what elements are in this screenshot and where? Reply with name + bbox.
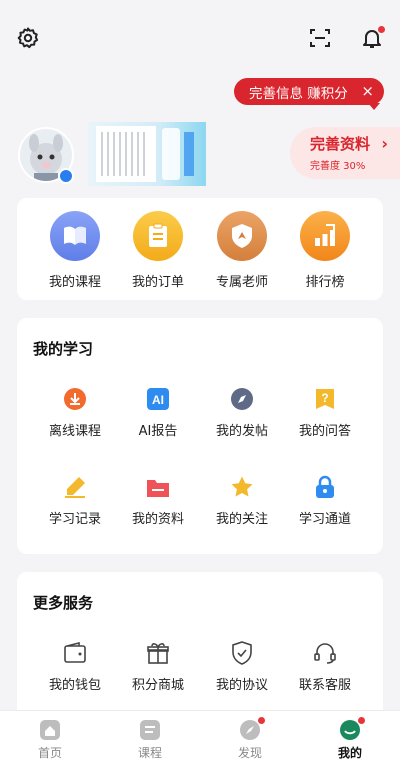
lock-icon — [312, 474, 338, 500]
my-study-title: 我的学习 — [33, 340, 94, 358]
pencil-icon — [62, 474, 88, 500]
tab-me[interactable]: 我的 — [300, 711, 400, 768]
ranking-icon — [300, 211, 350, 261]
study-my-qa[interactable]: ? 我的问答 — [283, 386, 367, 439]
quick-label: 我的订单 — [131, 275, 184, 290]
quick-exclusive-teacher[interactable]: 专属老师 — [200, 211, 284, 290]
order-icon — [133, 211, 183, 261]
chevron-right-icon: › — [381, 134, 388, 153]
study-offline-courses[interactable]: 离线课程 — [33, 386, 117, 439]
profile-banner-image — [88, 122, 206, 186]
study-my-materials[interactable]: 我的资料 — [116, 474, 200, 527]
svg-text:AI: AI — [152, 393, 164, 407]
star-icon — [229, 474, 255, 500]
tab-discover[interactable]: 发现 — [200, 711, 300, 768]
bottom-tab-bar: 首页 课程 发现 我的 — [0, 710, 400, 768]
tab-home[interactable]: 首页 — [0, 711, 100, 768]
service-label: 积分商城 — [131, 678, 184, 693]
question-icon: ? — [312, 386, 338, 412]
avatar-edit-badge[interactable] — [58, 168, 74, 184]
quick-ranking[interactable]: 排行榜 — [283, 211, 367, 290]
scan-icon[interactable] — [307, 25, 333, 51]
gift-icon — [145, 640, 171, 666]
download-icon — [62, 386, 88, 412]
study-my-posts[interactable]: 我的发帖 — [200, 386, 284, 439]
tab-label: 我的 — [337, 746, 362, 760]
study-label: 我的资料 — [131, 512, 184, 527]
tab-label: 发现 — [237, 746, 262, 760]
teacher-badge-icon — [217, 211, 267, 261]
tab-courses[interactable]: 课程 — [100, 711, 200, 768]
notification-dot — [378, 26, 385, 33]
study-label: 我的关注 — [215, 512, 268, 527]
study-records[interactable]: 学习记录 — [33, 474, 117, 527]
service-my-agreement[interactable]: 我的协议 — [200, 640, 284, 693]
quick-label: 专属老师 — [215, 275, 268, 290]
me-icon — [339, 717, 365, 741]
tab-notification-dot — [258, 717, 265, 724]
service-label: 联系客服 — [298, 678, 351, 693]
study-label: 学习记录 — [48, 512, 101, 527]
service-wallet[interactable]: 我的钱包 — [33, 640, 117, 693]
compass-icon — [229, 386, 255, 412]
more-services-title: 更多服务 — [33, 594, 94, 612]
folder-icon — [145, 474, 171, 500]
discover-icon — [239, 717, 265, 741]
service-points-mall[interactable]: 积分商城 — [116, 640, 200, 693]
promo-banner[interactable]: 完善信息 赚积分 × — [234, 78, 384, 105]
promo-label: 完善信息 赚积分 — [249, 85, 348, 102]
study-label: 我的问答 — [298, 424, 351, 439]
quick-label: 我的课程 — [48, 275, 101, 290]
shield-check-icon — [229, 640, 255, 666]
course-icon — [139, 719, 161, 741]
bell-icon[interactable] — [358, 24, 386, 52]
close-icon[interactable]: × — [361, 82, 374, 100]
ai-report-icon: AI — [145, 386, 171, 412]
service-label: 我的钱包 — [48, 678, 101, 693]
study-label: 离线课程 — [48, 424, 101, 439]
tab-label: 课程 — [137, 746, 162, 760]
study-my-following[interactable]: 我的关注 — [200, 474, 284, 527]
wallet-icon — [62, 640, 88, 666]
quick-my-courses[interactable]: 我的课程 — [33, 211, 117, 290]
study-label: 我的发帖 — [215, 424, 268, 439]
study-label: 学习通道 — [298, 512, 351, 527]
settings-icon[interactable] — [15, 25, 41, 51]
book-icon — [50, 211, 100, 261]
tab-label: 首页 — [37, 746, 62, 760]
quick-label: 排行榜 — [305, 275, 345, 290]
service-label: 我的协议 — [215, 678, 268, 693]
study-channel[interactable]: 学习通道 — [283, 474, 367, 527]
service-customer-support[interactable]: 联系客服 — [283, 640, 367, 693]
headset-icon — [312, 640, 338, 666]
tab-notification-dot — [358, 717, 365, 724]
top-bar — [0, 0, 400, 70]
svg-text:?: ? — [321, 391, 328, 405]
home-icon — [39, 719, 61, 741]
study-label: AI报告 — [138, 424, 178, 439]
study-ai-report[interactable]: AI AI报告 — [116, 386, 200, 439]
profile-progress-text: 完善度 30% — [310, 161, 366, 172]
promo-pointer — [368, 103, 380, 110]
quick-my-orders[interactable]: 我的订单 — [116, 211, 200, 290]
complete-profile-button[interactable]: 完善资料 完善度 30% › — [290, 127, 400, 179]
